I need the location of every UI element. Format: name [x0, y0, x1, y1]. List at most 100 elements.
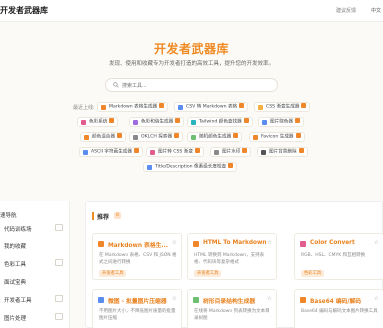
ascii-icon — [83, 150, 88, 155]
quick-item[interactable]: 色彩系统 — [77, 117, 119, 127]
link-icon — [116, 133, 122, 138]
tool-card-title: 树形目录结构生成器 — [203, 299, 256, 305]
gradient-icon — [258, 105, 263, 110]
quick-item[interactable]: 图片转 CSS 渐变 — [146, 147, 204, 157]
language-switch[interactable]: 中文 — [371, 7, 381, 14]
favicon-icon — [253, 135, 258, 140]
tool-card[interactable]: 微图 - 批量图片压缩器 ☆ 不用图片大小，不降低图片质量的批量图片压缩 — [92, 289, 182, 328]
quick-item[interactable]: Favicon 生成器 — [249, 132, 305, 142]
section-accent-bar — [92, 212, 94, 220]
quick-item[interactable]: 色彩和谐生成器 — [129, 117, 185, 127]
tool-card-title: Base64 编码/解码 — [310, 299, 362, 305]
tool-card-tag: 色彩工具 — [301, 270, 325, 277]
tool-card-desc: HTML 转换到 Markdown，支持表格、代码块等复杂格式 — [194, 253, 265, 265]
expand-icon[interactable] — [55, 295, 63, 302]
tool-card[interactable]: Markdown 表格生... ☆ 在 Markdown 表格、CSV 和 JS… — [92, 233, 182, 280]
link-icon — [295, 133, 301, 138]
tool-card-title: Markdown 表格生... — [108, 243, 169, 249]
tool-card[interactable]: 树形目录结构生成器 ☆ 在线将 Markdown 列表转换为文本目录树图 — [187, 289, 277, 328]
markdown-table-icon — [101, 105, 106, 110]
quick-item-label: ASCII 字符画生成器 — [91, 149, 132, 155]
link-icon — [134, 148, 139, 153]
tool-card[interactable]: Base64 编码/解码 ☆ Base64 编码与解码文本图片转换工具 — [294, 289, 383, 328]
star-icon[interactable]: ☆ — [374, 239, 379, 246]
quick-item-label: 颜色混合器 — [92, 134, 115, 140]
tool-card-desc: 不用图片大小，不降低图片质量的批量图片压缩 — [99, 309, 176, 321]
csv-icon — [178, 105, 183, 110]
link-icon — [194, 148, 200, 153]
section-title: 推荐 — [97, 214, 110, 221]
palette-icon — [81, 120, 86, 125]
quick-item[interactable]: 图片水印 — [210, 147, 252, 157]
image-gradient-icon — [150, 150, 155, 155]
watermark-icon — [214, 150, 219, 155]
link-icon — [294, 118, 300, 123]
quick-nav-sidebar: 速导航 代码训练场 我的收藏 色彩工具 面试宝典 开发者工具 图片处理 — [0, 201, 70, 328]
expand-icon[interactable] — [55, 313, 63, 320]
sidebar-item-interview[interactable]: 面试宝典 — [4, 278, 26, 286]
link-icon — [109, 118, 115, 123]
palette-icon — [300, 241, 306, 247]
star-icon[interactable]: ☆ — [172, 295, 177, 302]
tool-card-title: Color Convert — [310, 240, 355, 246]
quick-item-label: CSV 转 Markdown 表格 — [186, 104, 238, 110]
star-icon[interactable]: ☆ — [267, 239, 272, 246]
quick-item[interactable]: Markdown 表格生成器 — [97, 102, 169, 112]
quick-item[interactable]: Tailwind 颜色查找器 — [187, 117, 253, 127]
expand-icon[interactable] — [55, 224, 63, 231]
tool-card[interactable]: Color Convert ☆ RGB、HSL、CMYK 和互相转换 色彩工具 — [294, 233, 383, 280]
sidebar-item-dev-tools[interactable]: 开发者工具 — [4, 296, 32, 304]
recommend-panel: 推荐 8 Markdown 表格生... ☆ 在 Markdown 表格、CSV… — [85, 201, 383, 328]
link-icon — [242, 148, 248, 153]
sidebar-item-color-tools[interactable]: 色彩工具 — [4, 260, 26, 268]
link-icon — [159, 103, 165, 108]
eyedropper-icon — [262, 120, 267, 125]
tailwind-icon — [191, 120, 196, 125]
quick-item-label: 色彩和谐生成器 — [141, 119, 174, 125]
search-box[interactable] — [105, 78, 278, 92]
random-color-icon — [191, 135, 196, 140]
sidebar-item-code-practice[interactable]: 代码训练场 — [4, 225, 32, 233]
star-icon[interactable]: ☆ — [374, 295, 379, 302]
quick-item-label: 色彩系统 — [89, 119, 108, 125]
sidebar-item-favorites[interactable]: 我的收藏 — [4, 242, 26, 250]
tool-card-desc: 在 Markdown 表格、CSV 和 JSON 格式之间进行转换 — [99, 253, 177, 265]
quick-item[interactable]: Title/Description 像素级长度检查 — [143, 162, 238, 172]
quick-item-label: 图片背景删除 — [269, 149, 297, 155]
feedback-link[interactable]: 建议反馈 — [336, 7, 356, 14]
tool-card-desc: 在线将 Markdown 列表转换为文本目录树图 — [194, 309, 270, 321]
quick-item[interactable]: CSV 转 Markdown 表格 — [174, 102, 249, 112]
base64-icon — [300, 297, 306, 303]
background-remove-icon — [261, 150, 266, 155]
quick-item[interactable]: 颜色混合器 — [80, 132, 126, 142]
quick-item[interactable]: 随机颜色生成器 — [187, 132, 243, 142]
count-badge: 8 — [114, 212, 121, 219]
tool-card-title: HTML To Markdown — [203, 240, 267, 246]
star-icon[interactable]: ☆ — [172, 239, 177, 246]
link-icon — [228, 163, 234, 168]
quick-item-label: Markdown 表格生成器 — [109, 104, 158, 110]
quick-item[interactable]: ASCII 字符画生成器 — [79, 147, 143, 157]
link-icon — [243, 118, 249, 123]
quick-item[interactable]: CSS 渐变生成器 — [254, 102, 311, 112]
quick-item[interactable]: 图片背景删除 — [257, 147, 308, 157]
star-icon[interactable]: ☆ — [267, 295, 272, 302]
compress-icon — [98, 297, 104, 303]
quick-item[interactable]: 图片取色器 — [258, 117, 304, 127]
quick-item[interactable]: OKLCH 探索器 — [129, 132, 184, 142]
link-icon — [174, 133, 180, 138]
seo-check-icon — [147, 165, 152, 170]
search-input[interactable] — [122, 81, 272, 90]
quick-item-label: Title/Description 像素级长度检查 — [155, 164, 227, 170]
quick-item-label: OKLCH 探索器 — [141, 134, 173, 140]
quick-item-label: Favicon 生成器 — [261, 134, 294, 140]
brand-title[interactable]: 开发者武器库 — [0, 5, 48, 16]
quick-access-label: 最近上线: — [73, 105, 95, 111]
expand-icon[interactable] — [55, 259, 63, 266]
tool-card[interactable]: HTML To Markdown ☆ HTML 转换到 Markdown，支持表… — [187, 233, 277, 280]
sidebar-item-image-tools[interactable]: 图片处理 — [4, 314, 26, 322]
tool-card-tag: 开发者工具 — [194, 270, 222, 277]
code-icon — [193, 241, 199, 247]
quick-item-label: 随机颜色生成器 — [199, 134, 232, 140]
tool-card-tag: 开发者工具 — [99, 270, 127, 277]
